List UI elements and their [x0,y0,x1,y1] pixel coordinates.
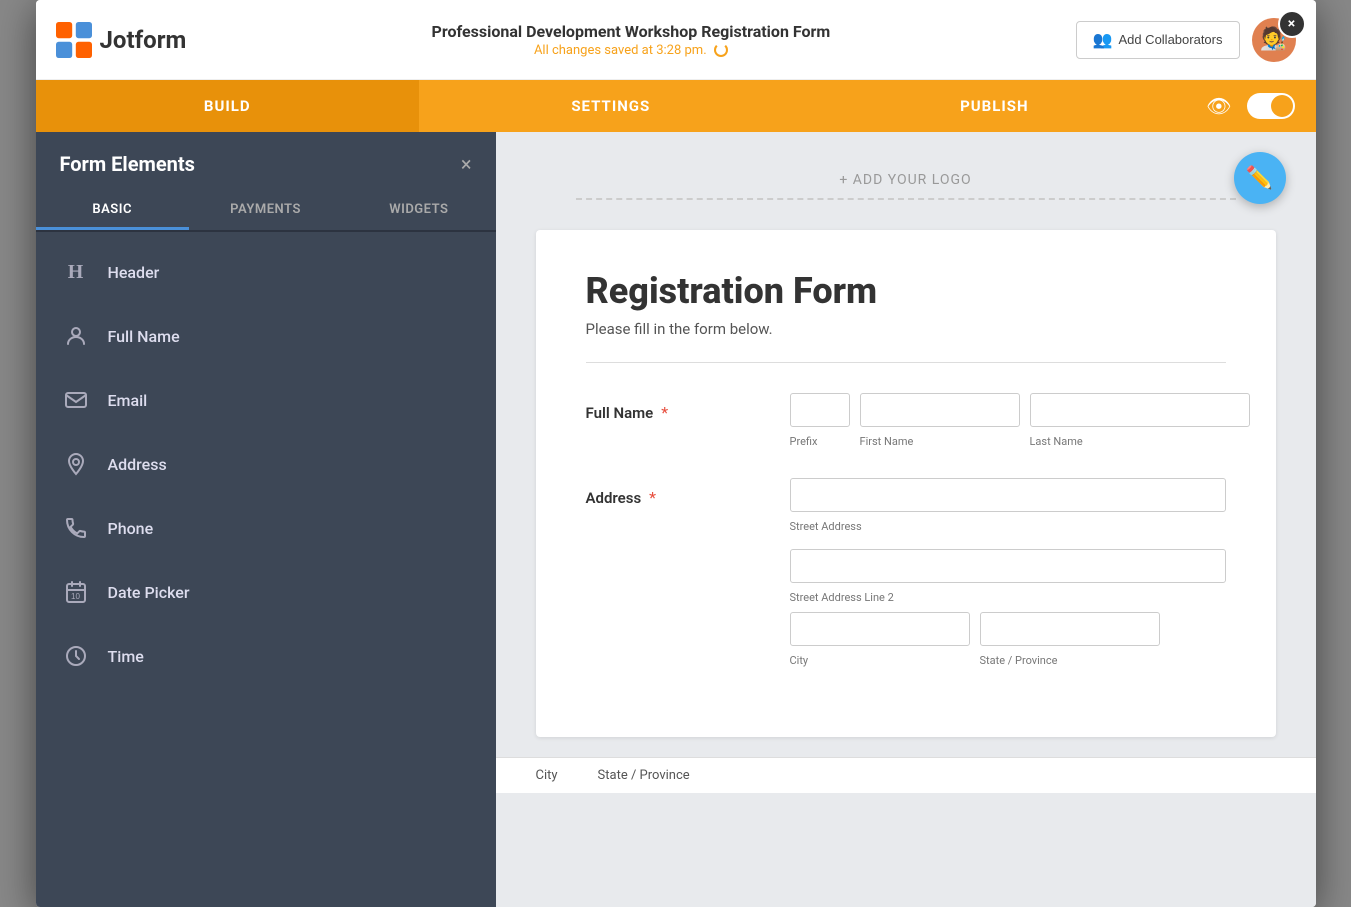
element-label-datepicker: Date Picker [108,583,190,602]
element-label-email: Email [108,391,148,410]
field-address: Address * Street Address Street Address … [586,478,1226,667]
lastname-input[interactable] [1030,393,1250,427]
address-inputs: Street Address Street Address Line 2 [790,478,1226,667]
form-title: Professional Development Workshop Regist… [186,22,1075,41]
nav-right-controls: 👁 [1186,80,1315,132]
collaborators-icon: 👥 [1093,30,1113,50]
fullname-inputs: Prefix First Name Last Name [790,393,1250,448]
pencil-icon: ✏️ [1246,166,1273,191]
save-status: All changes saved at 3:28 pm. [186,43,1075,58]
main-content: Form Elements × BASIC PAYMENTS WIDGETS H… [36,132,1316,907]
street2-input[interactable] [790,549,1226,583]
firstname-group: First Name [860,393,1020,448]
address-label: Address [586,489,642,507]
street2-row: Street Address Line 2 [790,549,1226,604]
sidebar-title: Form Elements [60,152,195,176]
prefix-input[interactable] [790,393,850,427]
element-label-phone: Phone [108,519,154,538]
email-element-icon [60,384,92,416]
firstname-sublabel: First Name [860,435,1020,448]
element-label-time: Time [108,647,144,666]
fab-edit-button[interactable]: ✏️ [1234,152,1286,204]
sidebar-close-button[interactable]: × [461,152,472,176]
bottom-state-label: State / Province [598,768,690,783]
close-button[interactable]: × [1278,10,1306,38]
city-sublabel: City [790,654,970,667]
address-element-icon [60,448,92,480]
sidebar: Form Elements × BASIC PAYMENTS WIDGETS H… [36,132,496,907]
nav-bar: BUILD SETTINGS PUBLISH 👁 [36,80,1316,132]
address-label-col: Address * [586,478,766,507]
city-input[interactable] [790,612,970,646]
header: Jotform Professional Development Worksho… [36,0,1316,80]
form-area: + ADD YOUR LOGO ✏️ Registration Form Ple… [496,132,1316,907]
add-collaborators-button[interactable]: 👥 Add Collaborators [1076,21,1240,59]
element-list: H Header Full Name Email [36,232,496,696]
preview-eye-icon[interactable]: 👁 [1206,94,1231,118]
form-subheading: Please fill in the form below. [586,320,1226,338]
city-group: City [790,612,970,667]
element-label-fullname: Full Name [108,327,180,346]
street1-group: Street Address [790,478,1226,533]
firstname-input[interactable] [860,393,1020,427]
element-item-fullname[interactable]: Full Name [36,304,496,368]
logo-text: Jotform [100,26,187,54]
state-input[interactable] [980,612,1160,646]
toggle-knob [1271,95,1293,117]
svg-text:10: 10 [71,592,80,601]
bottom-bar: City State / Province [496,757,1316,793]
street2-sublabel: Street Address Line 2 [790,591,1226,604]
name-inputs-row: Prefix First Name Last Name [790,393,1250,448]
tab-publish[interactable]: PUBLISH [803,80,1187,132]
fullname-label-col: Full Name * [586,393,766,422]
element-item-email[interactable]: Email [36,368,496,432]
lastname-group: Last Name [1030,393,1250,448]
add-logo-placeholder[interactable]: + ADD YOUR LOGO [576,152,1236,200]
state-sublabel: State / Province [980,654,1160,667]
header-element-icon: H [60,256,92,288]
sidebar-tab-payments[interactable]: PAYMENTS [189,192,342,230]
element-label-address: Address [108,455,167,474]
form-heading: Registration Form [586,270,1226,312]
prefix-group: Prefix [790,393,850,448]
lastname-sublabel: Last Name [1030,435,1250,448]
element-item-address[interactable]: Address [36,432,496,496]
street1-input[interactable] [790,478,1226,512]
time-element-icon [60,640,92,672]
fullname-required-star: * [661,403,668,422]
sidebar-header: Form Elements × [36,132,496,192]
element-item-phone[interactable]: Phone [36,496,496,560]
element-item-time[interactable]: Time [36,624,496,688]
field-fullname: Full Name * Prefix First Name [586,393,1226,448]
tab-settings[interactable]: SETTINGS [419,80,803,132]
state-group: State / Province [980,612,1160,667]
logo-area: Jotform [56,22,187,58]
tab-build[interactable]: BUILD [36,80,420,132]
sidebar-tab-widgets[interactable]: WIDGETS [342,192,495,230]
street2-group: Street Address Line 2 [790,549,1226,604]
form-card: Registration Form Please fill in the for… [536,230,1276,737]
element-label-header: Header [108,263,160,282]
header-center: Professional Development Workshop Regist… [186,22,1075,58]
sidebar-tab-basic[interactable]: BASIC [36,192,189,230]
phone-element-icon [60,512,92,544]
element-item-datepicker[interactable]: 10 Date Picker [36,560,496,624]
street1-sublabel: Street Address [790,520,1226,533]
jotform-logo-icon [56,22,92,58]
toggle-switch[interactable] [1247,93,1295,119]
address-required-star: * [649,488,656,507]
modal: × Jotform Professional Development Works… [36,0,1316,907]
fullname-element-icon [60,320,92,352]
bottom-city-label: City [536,768,558,783]
save-refresh-icon [714,43,728,57]
sidebar-tabs: BASIC PAYMENTS WIDGETS [36,192,496,232]
header-right: 👥 Add Collaborators 🧑‍🎨 [1076,18,1296,62]
element-item-header[interactable]: H Header [36,240,496,304]
logo-section: + ADD YOUR LOGO ✏️ [496,132,1316,210]
form-divider [586,362,1226,363]
city-state-row: City State / Province [790,612,1226,667]
prefix-sublabel: Prefix [790,435,850,448]
datepicker-element-icon: 10 [60,576,92,608]
fullname-label: Full Name [586,404,654,422]
